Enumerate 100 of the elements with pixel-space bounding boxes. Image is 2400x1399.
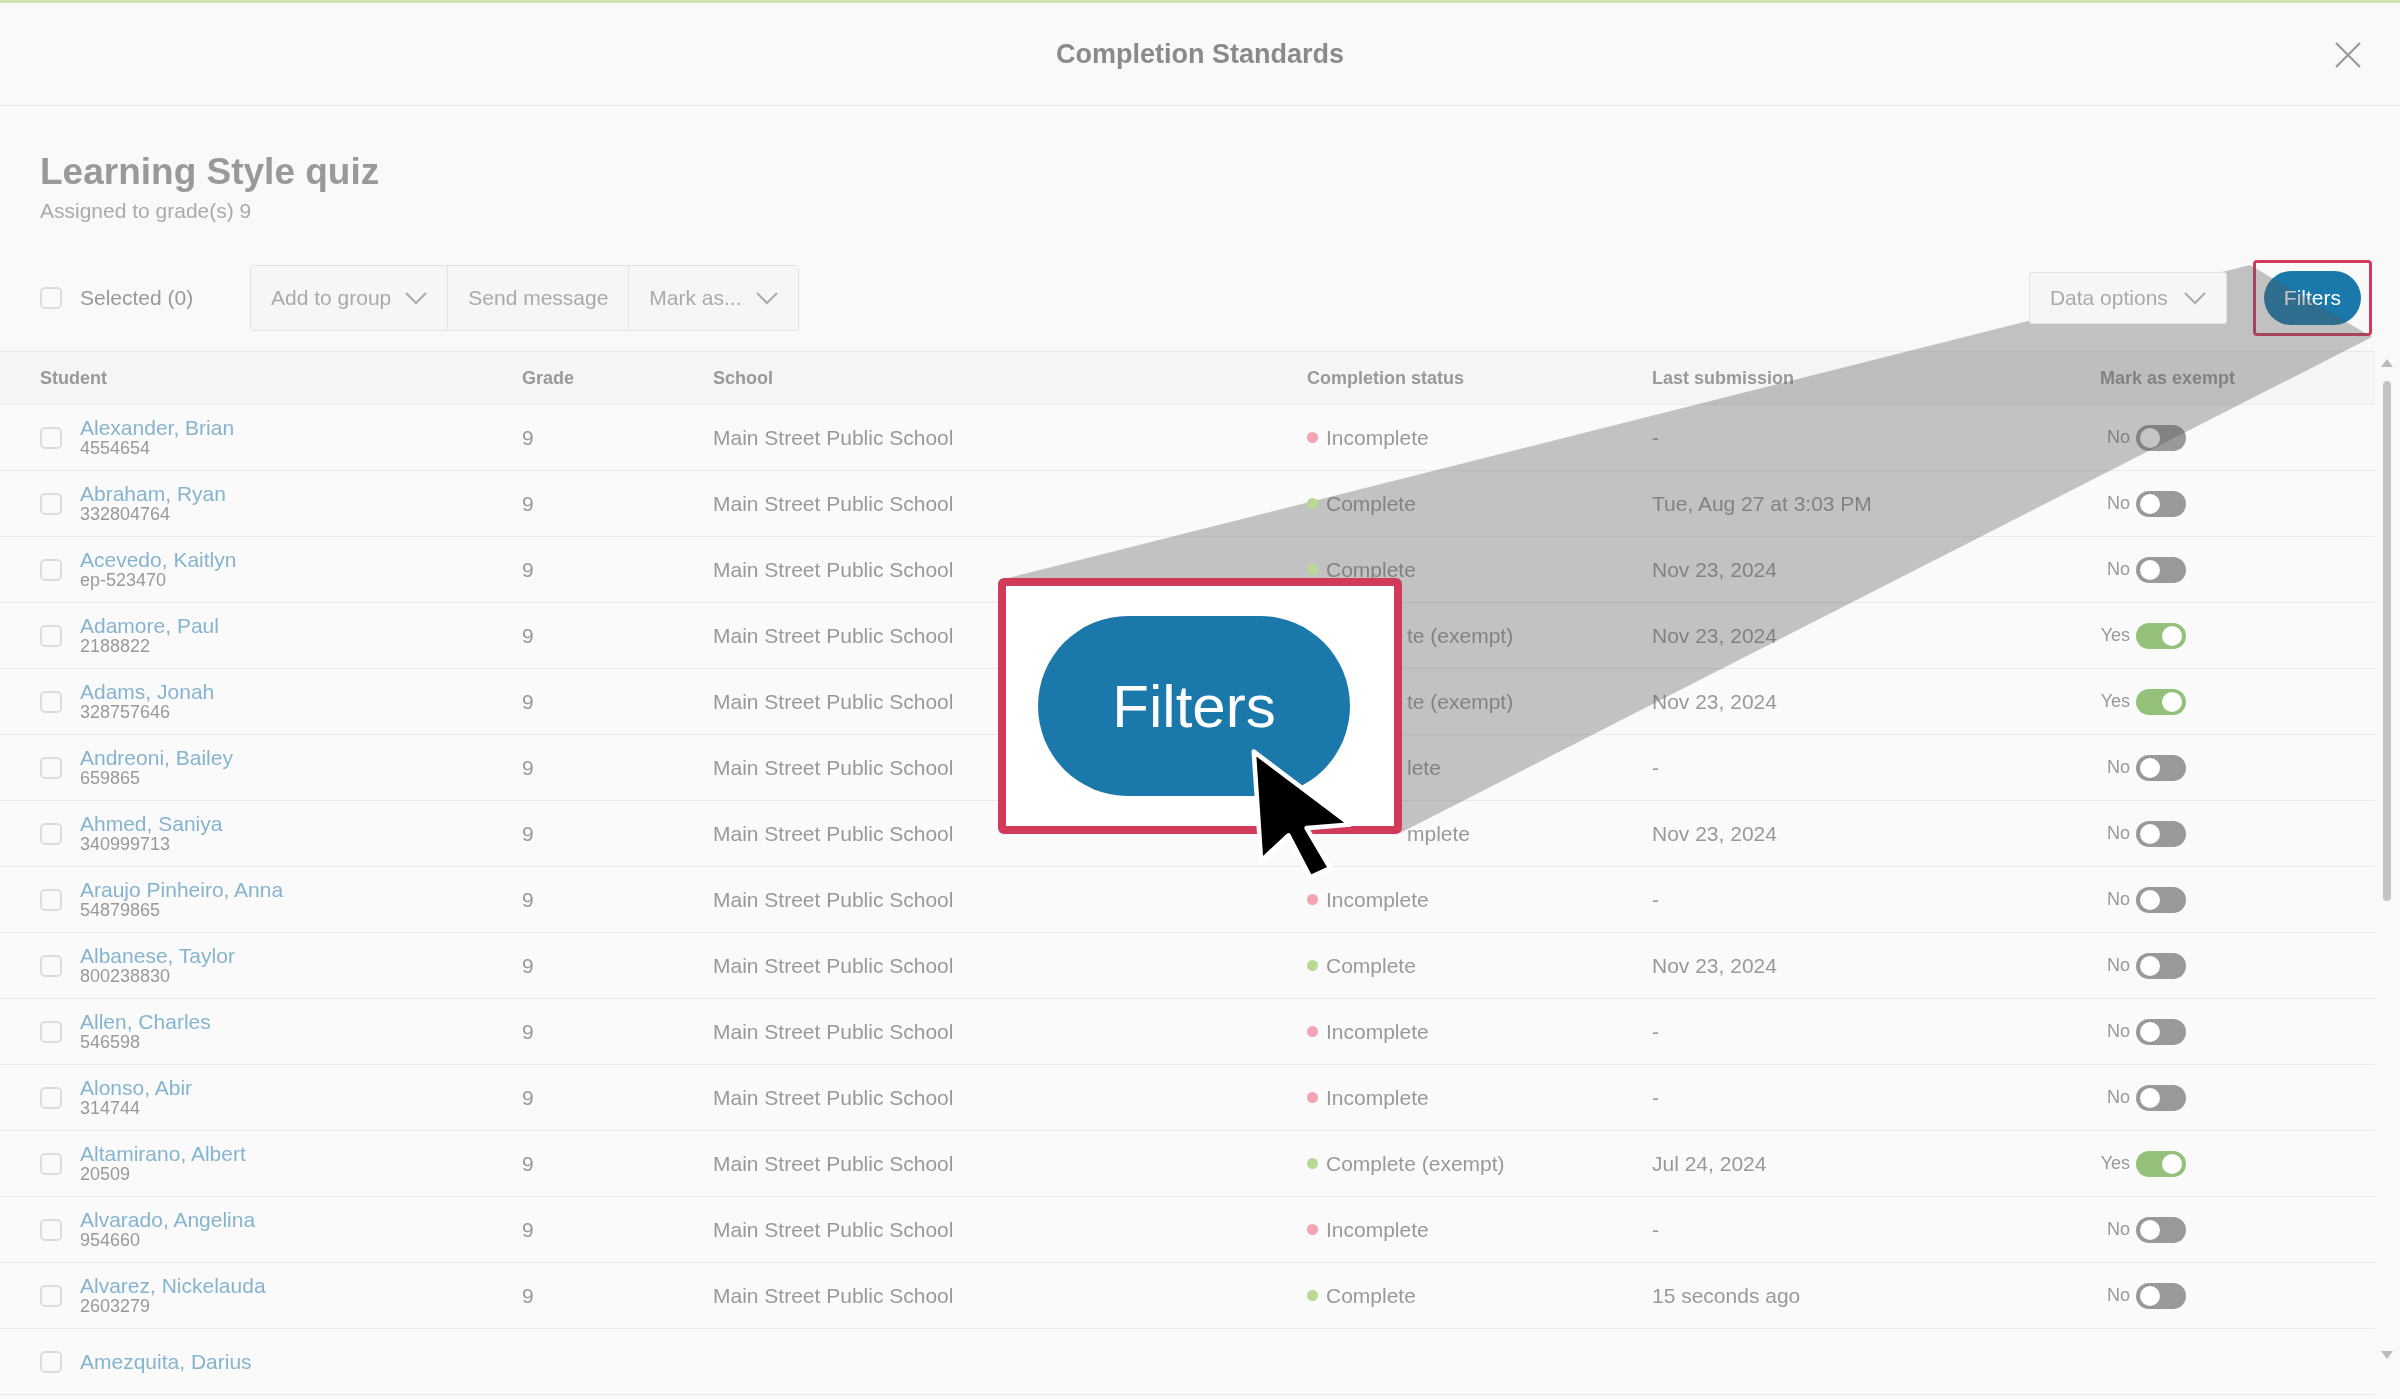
exempt-toggle[interactable] xyxy=(2136,688,2186,715)
last-submission-cell: Nov 23, 2024 xyxy=(1652,557,1777,582)
exempt-toggle[interactable] xyxy=(2136,820,2186,847)
data-options-button[interactable]: Data options xyxy=(2028,272,2227,324)
row-checkbox[interactable] xyxy=(40,822,62,845)
student-name-link[interactable]: Ahmed, Saniya xyxy=(80,812,522,836)
school-cell: Main Street Public School xyxy=(713,755,954,780)
exempt-toggle[interactable] xyxy=(2136,1150,2186,1177)
status-text: Incomplete xyxy=(1326,425,1429,450)
student-id: 2188822 xyxy=(80,637,152,657)
row-checkbox[interactable] xyxy=(40,1086,62,1109)
row-checkbox[interactable] xyxy=(40,1350,62,1373)
student-id: 340999713 xyxy=(80,835,171,855)
status-text: Complete xyxy=(1326,491,1416,516)
student-name-link[interactable]: Allen, Charles xyxy=(80,1010,522,1034)
exempt-toggle[interactable] xyxy=(2136,886,2186,913)
grade-cell: 9 xyxy=(522,1085,534,1110)
row-checkbox[interactable] xyxy=(40,1152,62,1175)
exempt-toggle[interactable] xyxy=(2136,1084,2186,1111)
status-text: te (exempt) xyxy=(1407,623,1514,648)
close-button[interactable] xyxy=(2334,41,2362,69)
student-name-link[interactable]: Andreoni, Bailey xyxy=(80,746,522,770)
grade-cell: 9 xyxy=(522,887,534,912)
grade-cell: 9 xyxy=(522,491,534,516)
column-header[interactable]: Mark as exempt xyxy=(2100,367,2375,389)
select-all-checkbox[interactable] xyxy=(40,287,62,309)
row-checkbox[interactable] xyxy=(40,624,62,647)
row-checkbox[interactable] xyxy=(40,1218,62,1241)
student-name-link[interactable]: Alvarez, Nickelauda xyxy=(80,1274,522,1298)
exempt-toggle[interactable] xyxy=(2136,424,2186,451)
filters-button-enlarged[interactable]: Filters xyxy=(1038,616,1350,796)
status-text: Incomplete xyxy=(1326,1019,1429,1044)
student-name-link[interactable]: Amezquita, Darius xyxy=(80,1349,522,1374)
grade-cell: 9 xyxy=(522,557,534,582)
last-submission-cell: Nov 23, 2024 xyxy=(1652,689,1777,714)
row-checkbox[interactable] xyxy=(40,756,62,779)
last-submission-cell: - xyxy=(1652,755,1659,780)
student-name-link[interactable]: Abraham, Ryan xyxy=(80,482,522,506)
caret-icon xyxy=(755,291,778,305)
row-checkbox[interactable] xyxy=(40,558,62,581)
row-checkbox[interactable] xyxy=(40,888,62,911)
dialog-title: Completion Standards xyxy=(1056,38,1344,70)
student-id: 4554654 xyxy=(80,439,152,459)
exempt-toggle[interactable] xyxy=(2136,1216,2186,1243)
student-id: 546598 xyxy=(80,1033,142,1053)
student-id: 314744 xyxy=(80,1099,142,1119)
student-name-link[interactable]: Acevedo, Kaitlyn xyxy=(80,548,522,572)
last-submission-cell: Tue, Aug 27 at 3:03 PM xyxy=(1652,491,1872,516)
status-text: Complete (exempt) xyxy=(1326,1151,1505,1176)
grade-cell: 9 xyxy=(522,755,534,780)
exempt-label: Yes xyxy=(2100,1153,2130,1174)
school-cell: Main Street Public School xyxy=(713,689,954,714)
row-checkbox[interactable] xyxy=(40,954,62,977)
status-text: te (exempt) xyxy=(1407,689,1514,714)
student-name-link[interactable]: Alexander, Brian xyxy=(80,416,522,440)
exempt-toggle[interactable] xyxy=(2136,754,2186,781)
grade-cell: 9 xyxy=(522,1283,534,1308)
student-id: 54879865 xyxy=(80,901,162,921)
exempt-label: Yes xyxy=(2100,691,2130,712)
student-name-link[interactable]: Albanese, Taylor xyxy=(80,944,522,968)
exempt-toggle[interactable] xyxy=(2136,952,2186,979)
student-id: 954660 xyxy=(80,1231,142,1251)
filters-button[interactable]: Filters xyxy=(2263,271,2361,325)
exempt-label: No xyxy=(2106,889,2130,910)
row-checkbox[interactable] xyxy=(40,690,62,713)
column-header[interactable]: Completion status xyxy=(1307,367,1652,389)
row-checkbox[interactable] xyxy=(40,1020,62,1043)
row-checkbox[interactable] xyxy=(40,426,62,449)
exempt-toggle[interactable] xyxy=(2136,1018,2186,1045)
last-submission-cell: Nov 23, 2024 xyxy=(1652,821,1777,846)
status-text: mplete xyxy=(1407,821,1471,846)
exempt-toggle[interactable] xyxy=(2136,490,2186,517)
quiz-title: Learning Style quiz xyxy=(40,151,381,193)
school-cell: Main Street Public School xyxy=(713,1217,954,1242)
scrollbar[interactable] xyxy=(2380,359,2394,1359)
student-name-link[interactable]: Araujo Pinheiro, Anna xyxy=(80,878,522,902)
student-name-link[interactable]: Alvarado, Angelina xyxy=(80,1208,522,1232)
column-header[interactable]: Grade xyxy=(522,367,713,389)
school-cell: Main Street Public School xyxy=(713,887,954,912)
student-id: 328757646 xyxy=(80,703,172,723)
school-cell: Main Street Public School xyxy=(713,821,954,846)
student-id: ep-523470 xyxy=(80,571,168,591)
action-button[interactable]: Add to group xyxy=(251,266,449,330)
school-cell: Main Street Public School xyxy=(713,953,954,978)
exempt-toggle[interactable] xyxy=(2136,556,2186,583)
assigned-grades: Assigned to grade(s) 9 xyxy=(40,199,253,223)
student-name-link[interactable]: Adamore, Paul xyxy=(80,614,522,638)
school-cell: Main Street Public School xyxy=(713,623,954,648)
last-submission-cell: Nov 23, 2024 xyxy=(1652,623,1777,648)
row-checkbox[interactable] xyxy=(40,1284,62,1307)
column-header[interactable]: Student xyxy=(40,367,522,389)
exempt-toggle[interactable] xyxy=(2136,1282,2186,1309)
column-header[interactable]: Last submission xyxy=(1652,367,2100,389)
column-header[interactable]: School xyxy=(713,367,1307,389)
student-name-link[interactable]: Alonso, Abir xyxy=(80,1076,522,1100)
row-checkbox[interactable] xyxy=(40,492,62,515)
school-cell: Main Street Public School xyxy=(713,425,954,450)
student-name-link[interactable]: Adams, Jonah xyxy=(80,680,522,704)
student-name-link[interactable]: Altamirano, Albert xyxy=(80,1142,522,1166)
exempt-toggle[interactable] xyxy=(2136,622,2186,649)
